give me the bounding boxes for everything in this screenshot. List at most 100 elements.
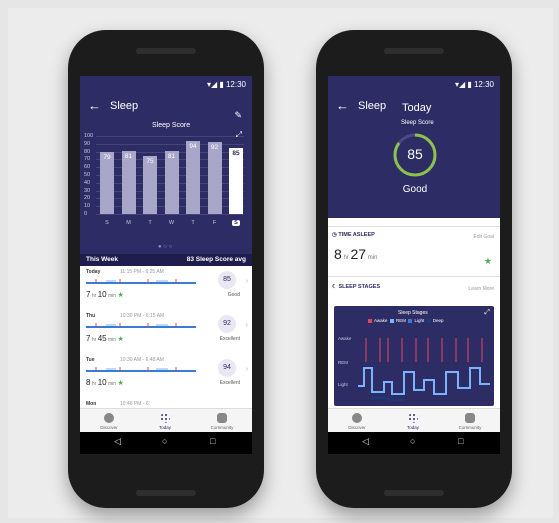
entry-sleep-graph <box>86 279 196 284</box>
goal-star-icon: ★ <box>483 256 492 266</box>
nav-discover-label: Discover <box>348 425 366 430</box>
sleep-entry-row[interactable]: Mon 10:46 PM - 6: <box>80 398 252 408</box>
entry-day: Tue <box>86 357 95 363</box>
entry-time-range: 11:15 PM - 6:25 AM <box>120 269 164 275</box>
expand-icon[interactable]: ⤢ <box>484 309 490 317</box>
chart-bar[interactable] <box>121 150 136 214</box>
y-tick-label: 90 <box>84 140 91 147</box>
bar-value-label: 81 <box>167 152 176 160</box>
nav-discover[interactable]: Discover <box>94 413 124 430</box>
screen-left: ▾◢ ▮ 12:30 ← Sleep ✎ Sleep Score ⤢ 100 90… <box>80 76 252 454</box>
y-tick-label: 40 <box>84 179 91 186</box>
legend-deep: Deep <box>426 318 444 323</box>
entry-day: Today <box>86 269 101 275</box>
clock-icon: ◷ <box>332 232 337 238</box>
fitbit-dots-icon <box>160 413 170 423</box>
legend-awake: Awake <box>368 318 387 323</box>
status-time: 12:30 <box>473 80 494 89</box>
community-icon <box>217 413 227 423</box>
nav-discover[interactable]: Discover <box>342 413 372 430</box>
learn-more-link[interactable]: Learn More <box>468 286 494 292</box>
day-tick-label: F <box>212 220 217 226</box>
page-title: Sleep <box>358 100 387 112</box>
entry-duration: 7 hr 10 min ★ <box>86 290 124 299</box>
y-tick-label: 50 <box>84 172 91 178</box>
back-arrow-icon[interactable]: ← <box>88 98 101 113</box>
nav-community-label: Community <box>458 425 482 430</box>
chart-bar[interactable] <box>100 152 114 214</box>
entry-day: Mon <box>86 401 97 407</box>
legend-rem: REM <box>389 318 406 323</box>
chart-bar[interactable] <box>229 147 243 214</box>
page-dots: ● ○ ○ <box>158 244 173 250</box>
hr-unit: hr <box>343 255 349 261</box>
back-button[interactable]: ◁ <box>362 436 369 447</box>
stages-title: Sleep Stages <box>398 310 428 316</box>
recents-button[interactable]: □ <box>458 436 463 446</box>
screen-right: ▾◢ ▮ 12:30 ← Sleep Today Sleep Score 85 … <box>328 76 500 454</box>
entry-rating: Good <box>227 292 240 298</box>
stage-label-awake: Awake <box>338 336 352 341</box>
status-time: 12:30 <box>225 80 246 89</box>
nav-community[interactable]: Community <box>452 413 488 430</box>
chevron-right-icon: › <box>245 276 248 285</box>
speaker-bottom <box>136 490 196 496</box>
sleep-entry-row[interactable]: Tue 10:30 AM - 6:48 AM 8 hr 10 min ★ 94 Exce… <box>80 354 252 399</box>
week-summary-band: This Week 83 Sleep Score avg <box>80 254 252 266</box>
nav-discover-label: Discover <box>100 425 118 430</box>
day-tick-label: S <box>105 220 109 226</box>
status-bar: ▾◢ ▮ 12:30 <box>206 80 246 89</box>
y-tick-label: 70 <box>84 156 91 163</box>
edit-goal-link[interactable]: Edit Goal <box>473 234 494 240</box>
home-button[interactable]: ○ <box>410 436 415 446</box>
gridline <box>96 136 244 137</box>
score-rating: Good <box>402 184 428 195</box>
nav-today[interactable]: Today <box>150 413 180 430</box>
entry-score: 94 <box>218 359 236 377</box>
sleep-stages-label: SLEEP STAGES <box>338 284 381 290</box>
y-tick-label: 0 <box>84 211 88 217</box>
recents-button[interactable]: □ <box>210 436 215 446</box>
entry-rating: Excellent <box>219 336 240 342</box>
entry-rating: Excellent <box>219 380 240 386</box>
nav-community[interactable]: Community <box>204 413 240 430</box>
header-date: Today <box>402 102 432 114</box>
system-nav-bar: ◁ ○ □ <box>80 432 252 454</box>
back-button[interactable]: ◁ <box>114 436 121 447</box>
page-title: Sleep <box>110 100 139 112</box>
back-arrow-icon[interactable]: ← <box>336 98 349 113</box>
divider <box>328 226 500 227</box>
chevron-right-icon: › <box>245 320 248 329</box>
star-icon: ★ <box>117 292 124 299</box>
sleep-entry-row[interactable]: Today 11:15 PM - 6:25 AM 7 hr 10 min ★ 85 Go… <box>80 266 252 311</box>
time-asleep-heading: ◷ TIME ASLEEP <box>332 232 375 238</box>
entry-score: 85 <box>218 271 236 289</box>
divider <box>328 276 500 277</box>
legend-light: Light <box>408 318 424 323</box>
chart-bar[interactable] <box>207 142 222 214</box>
stages-graph <box>358 338 490 401</box>
bar-value-label: 94 <box>189 142 197 150</box>
compass-icon <box>104 413 114 423</box>
sleep-entry-row[interactable]: Thu 10:30 PM - 6:15 AM 7 hr 45 min ★ 92 Exce… <box>80 310 252 355</box>
system-nav-bar: ◁ ○ □ <box>328 432 500 454</box>
nav-community-label: Community <box>210 425 234 430</box>
entry-sleep-graph <box>86 323 196 328</box>
home-button[interactable]: ○ <box>162 436 167 446</box>
edit-icon[interactable]: ✎ <box>234 110 242 121</box>
nav-today[interactable]: Today <box>398 413 428 430</box>
time-asleep-value: 8 hr 27 min <box>334 246 377 262</box>
gridline <box>96 143 244 145</box>
bar-value-label: 79 <box>103 154 111 162</box>
asleep-hours: 8 <box>334 246 342 262</box>
y-tick-label: 20 <box>84 195 91 202</box>
week-average: 83 Sleep Score avg <box>186 256 246 263</box>
day-tick-label: T <box>148 220 152 226</box>
chart-bar[interactable] <box>164 150 179 214</box>
sleep-header: ▾◢ ▮ 12:30 ← Sleep Today Sleep Score 85 … <box>328 76 500 218</box>
entry-time-range: 10:30 PM - 6:15 AM <box>120 313 165 319</box>
chart-bar[interactable] <box>186 140 200 214</box>
chevron-right-icon: › <box>245 364 248 373</box>
star-icon: ★ <box>117 336 124 343</box>
entry-sleep-graph <box>86 367 196 372</box>
